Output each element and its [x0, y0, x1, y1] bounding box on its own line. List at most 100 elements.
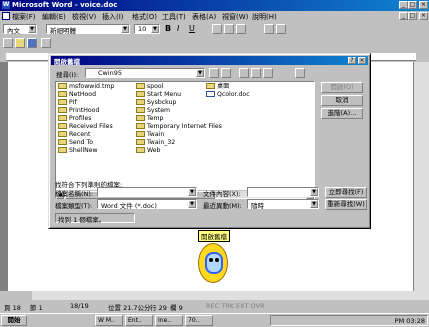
quick-launch[interactable] [30, 316, 90, 326]
menu-bar: 檔案(F) 編輯(E) 檢視(V) 插入(I) 格式(O) 工具(T) 表格(A… [0, 11, 429, 22]
save-button[interactable] [27, 38, 37, 48]
folder-icon [136, 83, 145, 89]
details-view-button[interactable] [251, 68, 261, 78]
menu-help[interactable]: 說明(H) [252, 12, 277, 22]
underline-button[interactable]: U [189, 24, 199, 34]
numbering-button[interactable] [264, 24, 274, 34]
text-label: 文件內容(X): [203, 190, 241, 198]
italic-button[interactable]: I [177, 24, 187, 34]
list-view-button[interactable] [239, 68, 249, 78]
list-item[interactable]: Twain [136, 131, 164, 139]
menu-tools[interactable]: 工具(T) [162, 12, 186, 22]
favorites-button[interactable] [221, 68, 231, 78]
lookin-select[interactable]: Cwin95 ▼ [85, 68, 205, 78]
folder-icon [58, 99, 67, 105]
task-button[interactable]: Ine.. [155, 315, 183, 326]
status-page: 頁 18 [4, 304, 21, 312]
system-tray: PM 03:28 [270, 315, 428, 326]
properties-view-button[interactable] [263, 68, 273, 78]
filetype-select[interactable]: Word 文件 (*.doc) ▼ [97, 199, 197, 210]
list-item[interactable]: Send To [58, 139, 93, 147]
up-folder-button[interactable] [209, 68, 219, 78]
align-left-button[interactable] [212, 24, 222, 34]
doc-restore-button[interactable]: □ [408, 12, 417, 20]
doc-icon[interactable] [2, 12, 10, 20]
help-icon[interactable]: ? [348, 56, 356, 64]
menu-file[interactable]: 檔案(F) [12, 12, 36, 22]
list-item[interactable]: Recent [58, 131, 90, 139]
list-item[interactable]: Received Files [58, 123, 113, 131]
bullets-button[interactable] [276, 24, 286, 34]
menu-view[interactable]: 檢視(V) [72, 12, 96, 22]
folder-icon [136, 139, 145, 145]
filename-input[interactable]: ▼ [97, 187, 197, 197]
status-section: 節 1 [30, 304, 43, 312]
doc-horizontal-scrollbar[interactable] [32, 291, 429, 300]
task-button[interactable]: W M.. [95, 315, 123, 326]
list-item[interactable]: PrintHood [58, 107, 99, 115]
modified-select[interactable]: 隨時 ▼ [247, 199, 319, 210]
list-item[interactable]: NetHood [58, 91, 96, 99]
start-button[interactable]: 開始 [1, 315, 27, 326]
folder-icon [58, 115, 67, 121]
list-item[interactable]: Temp [136, 115, 164, 123]
open-button[interactable] [15, 38, 25, 48]
menu-format[interactable]: 格式(O) [132, 12, 157, 22]
status-pages: 18/19 [70, 302, 89, 310]
doc-minimize-button[interactable]: _ [399, 12, 408, 20]
list-item[interactable]: 桌面 [206, 83, 229, 91]
advanced-button[interactable]: 進階(A)... [321, 108, 363, 119]
menu-edit[interactable]: 編輯(E) [42, 12, 66, 22]
dialog-close-button[interactable]: × [358, 56, 366, 64]
size-select[interactable]: 10 ▼ [134, 24, 160, 34]
vertical-scrollbar[interactable] [413, 62, 429, 291]
status-line: 行 29 [150, 304, 167, 312]
text-input[interactable]: ▼ [247, 187, 319, 197]
list-item[interactable]: ShellNew [58, 147, 98, 155]
list-item[interactable]: Temporary Internet Files [136, 123, 222, 131]
bold-button[interactable]: B [165, 24, 175, 34]
cancel-button[interactable]: 取消 [321, 95, 363, 106]
new-search-button[interactable]: 重新尋找(W) [325, 199, 367, 210]
open-button-dialog[interactable]: 開啟(O) [321, 82, 363, 93]
task-button[interactable]: Ent.. [125, 315, 153, 326]
minimize-button[interactable]: _ [399, 1, 408, 9]
font-select[interactable]: 新細明體 ▼ [46, 24, 130, 35]
list-item[interactable]: Pif [58, 99, 77, 107]
print-button[interactable] [41, 38, 51, 48]
align-right-button[interactable] [236, 24, 246, 34]
office-assistant[interactable]: 開啟舊檔 [195, 230, 231, 290]
assistant-label: 開啟舊檔 [198, 230, 230, 242]
menu-insert[interactable]: 插入(I) [102, 12, 124, 22]
menu-table[interactable]: 表格(A) [192, 12, 216, 22]
menu-window[interactable]: 視窗(W) [222, 12, 248, 22]
list-item[interactable]: Qcolor.doc [206, 91, 250, 99]
style-select[interactable]: 內文 ▼ [3, 24, 37, 35]
list-item[interactable]: Web [136, 147, 161, 155]
list-item[interactable]: spool [136, 83, 163, 91]
view-buttons[interactable] [0, 291, 32, 300]
list-item[interactable]: Start Menu [136, 91, 181, 99]
status-modes: REC TRK EXT OVR [206, 302, 265, 310]
new-button[interactable] [3, 38, 13, 48]
folder-icon [58, 139, 67, 145]
lookin-label: 搜尋(I): [56, 71, 79, 79]
list-item[interactable]: Sysbckup [136, 99, 176, 107]
assistant-character [198, 243, 228, 283]
align-center-button[interactable] [224, 24, 234, 34]
folder-icon [136, 123, 145, 129]
formatting-toolbar: 內文 ▼ 新細明體 ▼ 10 ▼ B I U [0, 23, 429, 36]
doc-close-button[interactable]: × [419, 12, 428, 20]
find-now-button[interactable]: 立即尋找(F) [325, 187, 367, 198]
maximize-button[interactable]: □ [408, 1, 417, 9]
task-button[interactable]: 70.. [185, 315, 213, 326]
list-item[interactable]: Twain_32 [136, 139, 175, 147]
folder-icon [136, 131, 145, 137]
list-item[interactable]: msfowwid.tmp [58, 83, 114, 91]
folder-icon [136, 91, 145, 97]
word-app-icon[interactable]: W [2, 1, 10, 9]
list-item[interactable]: Profiles [58, 115, 91, 123]
close-button[interactable]: × [419, 1, 428, 9]
commands-button[interactable] [295, 68, 305, 78]
list-item[interactable]: System [136, 107, 170, 115]
